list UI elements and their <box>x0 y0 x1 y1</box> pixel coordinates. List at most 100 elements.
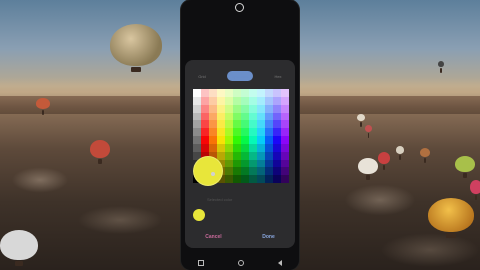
color-swatch[interactable] <box>217 89 225 97</box>
color-swatch[interactable] <box>281 143 289 152</box>
color-swatch[interactable] <box>233 143 241 152</box>
color-swatch[interactable] <box>201 120 209 129</box>
color-swatch[interactable] <box>249 128 257 136</box>
color-swatch[interactable] <box>273 159 281 168</box>
color-swatch[interactable] <box>201 128 209 136</box>
color-swatch[interactable] <box>209 120 217 129</box>
color-swatch[interactable] <box>265 167 273 176</box>
color-swatch[interactable] <box>281 112 289 121</box>
color-swatch[interactable] <box>193 112 201 121</box>
color-swatch[interactable] <box>209 143 217 152</box>
color-swatch[interactable] <box>281 104 289 113</box>
color-swatch[interactable] <box>225 159 233 168</box>
color-swatch[interactable] <box>241 89 249 97</box>
color-swatch[interactable] <box>281 167 289 176</box>
color-swatch[interactable] <box>233 167 241 176</box>
color-swatch[interactable] <box>193 136 201 144</box>
color-swatch[interactable] <box>257 136 265 144</box>
color-swatch[interactable] <box>209 136 217 144</box>
home-icon[interactable] <box>238 260 244 266</box>
color-swatch[interactable] <box>281 159 289 168</box>
color-swatch[interactable] <box>273 96 281 105</box>
color-swatch[interactable] <box>257 167 265 176</box>
color-swatch[interactable] <box>233 136 241 144</box>
color-swatch[interactable] <box>241 136 249 144</box>
color-swatch[interactable] <box>273 89 281 97</box>
color-swatch[interactable] <box>249 159 257 168</box>
color-swatch[interactable] <box>193 120 201 129</box>
color-swatch[interactable] <box>265 96 273 105</box>
color-swatch[interactable] <box>265 175 273 183</box>
color-swatch[interactable] <box>249 175 257 183</box>
color-swatch[interactable] <box>233 112 241 121</box>
color-swatch[interactable] <box>201 136 209 144</box>
color-swatch[interactable] <box>241 143 249 152</box>
cancel-button[interactable]: Cancel <box>205 234 221 240</box>
color-swatch[interactable] <box>241 151 249 160</box>
color-swatch[interactable] <box>265 136 273 144</box>
color-swatch[interactable] <box>257 143 265 152</box>
color-swatch[interactable] <box>225 136 233 144</box>
color-swatch[interactable] <box>225 104 233 113</box>
color-swatch[interactable] <box>265 128 273 136</box>
back-icon[interactable] <box>278 260 282 266</box>
color-swatch[interactable] <box>225 120 233 129</box>
color-swatch[interactable] <box>257 104 265 113</box>
color-swatch[interactable] <box>193 128 201 136</box>
color-swatch[interactable] <box>249 120 257 129</box>
color-swatch[interactable] <box>257 159 265 168</box>
color-swatch[interactable] <box>273 128 281 136</box>
tab-grid[interactable]: Grid <box>189 71 215 81</box>
color-swatch[interactable] <box>225 167 233 176</box>
color-selector-handle[interactable] <box>193 156 223 186</box>
color-swatch[interactable] <box>209 128 217 136</box>
color-swatch[interactable] <box>225 112 233 121</box>
color-swatch[interactable] <box>273 104 281 113</box>
color-swatch[interactable] <box>233 151 241 160</box>
color-swatch[interactable] <box>265 159 273 168</box>
color-swatch[interactable] <box>249 151 257 160</box>
color-swatch[interactable] <box>273 151 281 160</box>
color-swatch[interactable] <box>217 112 225 121</box>
color-swatch[interactable] <box>273 175 281 183</box>
color-swatch[interactable] <box>209 89 217 97</box>
color-swatch[interactable] <box>225 96 233 105</box>
color-swatch[interactable] <box>273 120 281 129</box>
color-swatch[interactable] <box>241 167 249 176</box>
color-swatch[interactable] <box>281 128 289 136</box>
color-swatch[interactable] <box>241 128 249 136</box>
color-swatch[interactable] <box>225 143 233 152</box>
color-swatch[interactable] <box>209 96 217 105</box>
color-swatch[interactable] <box>193 89 201 97</box>
color-swatch[interactable] <box>241 112 249 121</box>
color-swatch[interactable] <box>257 120 265 129</box>
tab-hex[interactable]: Hex <box>265 71 291 81</box>
color-swatch[interactable] <box>193 143 201 152</box>
color-swatch[interactable] <box>273 136 281 144</box>
color-swatch[interactable] <box>249 89 257 97</box>
recent-apps-icon[interactable] <box>198 260 204 266</box>
color-swatch[interactable] <box>201 89 209 97</box>
color-swatch[interactable] <box>249 104 257 113</box>
color-swatch[interactable] <box>281 151 289 160</box>
color-swatch[interactable] <box>257 151 265 160</box>
color-swatch[interactable] <box>281 89 289 97</box>
color-swatch[interactable] <box>209 112 217 121</box>
color-swatch[interactable] <box>233 175 241 183</box>
color-swatch[interactable] <box>217 151 225 160</box>
color-swatch[interactable] <box>257 89 265 97</box>
color-swatch[interactable] <box>217 96 225 105</box>
color-swatch[interactable] <box>217 128 225 136</box>
color-swatch[interactable] <box>241 159 249 168</box>
color-swatch[interactable] <box>225 175 233 183</box>
color-swatch[interactable] <box>265 112 273 121</box>
color-swatch[interactable] <box>241 120 249 129</box>
color-swatch[interactable] <box>217 120 225 129</box>
color-swatch[interactable] <box>241 104 249 113</box>
color-swatch[interactable] <box>217 136 225 144</box>
color-swatch[interactable] <box>209 104 217 113</box>
color-swatch[interactable] <box>265 120 273 129</box>
color-swatch[interactable] <box>257 112 265 121</box>
color-swatch[interactable] <box>241 96 249 105</box>
tab-spectrum[interactable]: Spectrum <box>227 71 253 81</box>
